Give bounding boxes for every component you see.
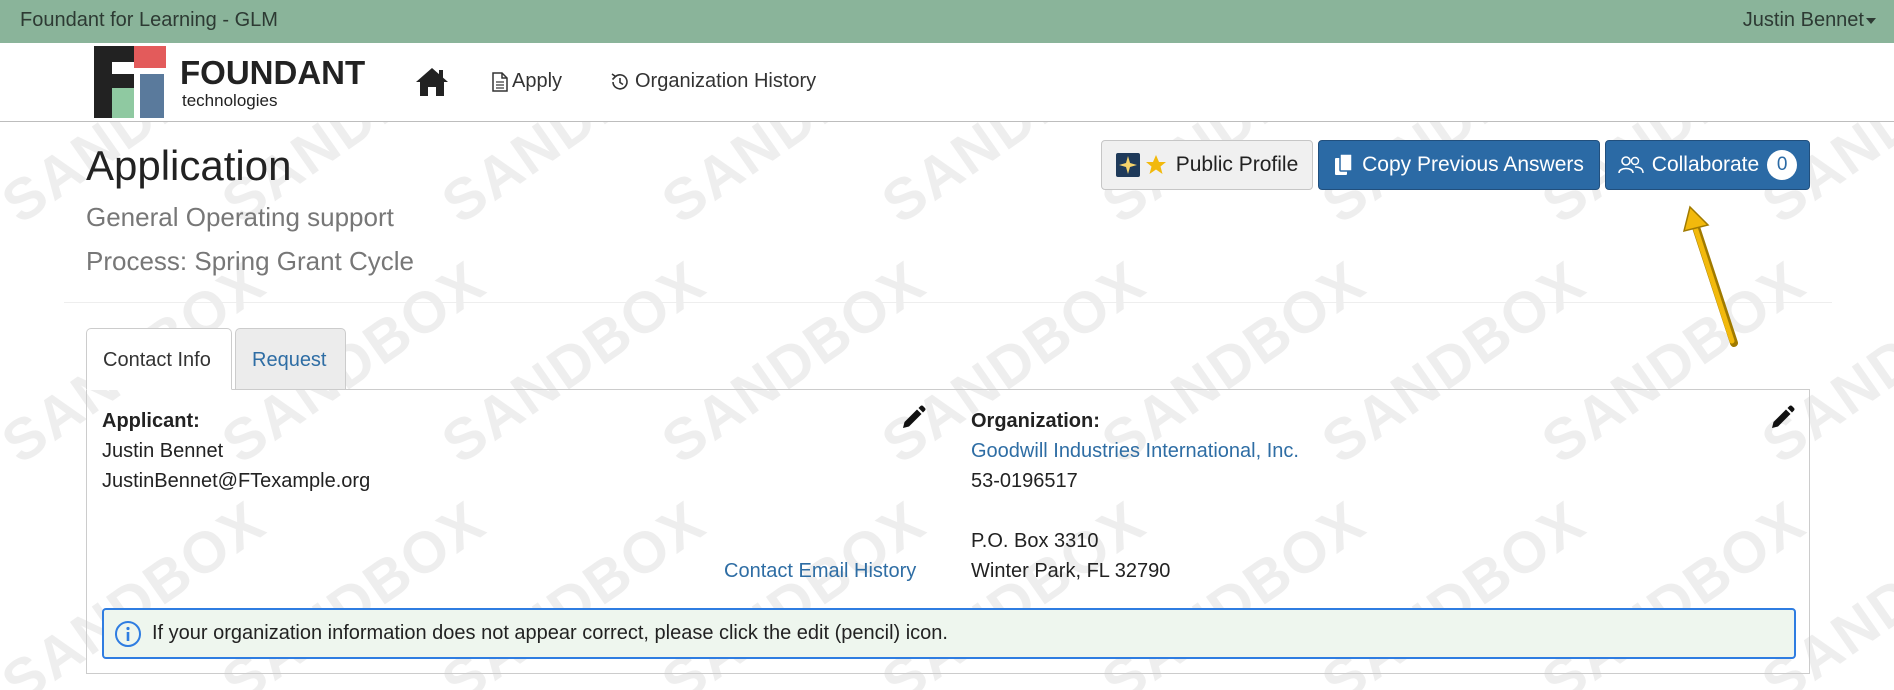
organization-address-line2: Winter Park, FL 32790 bbox=[971, 560, 1171, 582]
organization-address-line1: P.O. Box 3310 bbox=[971, 530, 1099, 552]
collaborate-label: Collaborate bbox=[1651, 153, 1760, 176]
public-profile-button[interactable]: Public Profile bbox=[1101, 140, 1313, 190]
collaborator-count-badge: 0 bbox=[1767, 150, 1798, 180]
annotation-arrow-icon bbox=[1682, 205, 1738, 347]
organization-name-link[interactable]: Goodwill Industries International, Inc. bbox=[971, 440, 1299, 463]
applicant-label: Applicant: bbox=[102, 410, 200, 432]
collaborate-button[interactable]: Collaborate 0 bbox=[1605, 140, 1810, 190]
site-title: Foundant for Learning - GLM bbox=[20, 9, 278, 31]
info-alert: If your organization information does no… bbox=[102, 608, 1796, 659]
nav-bar: FOUNDANT technologies Apply Organization… bbox=[0, 43, 1894, 122]
info-icon bbox=[115, 620, 141, 647]
user-menu[interactable]: Justin Bennet bbox=[1743, 9, 1876, 32]
info-alert-message: If your organization information does no… bbox=[152, 622, 948, 644]
user-name: Justin Bennet bbox=[1742, 9, 1864, 31]
page-subtitle: General Operating support bbox=[86, 202, 394, 232]
logo-tagline: technologies bbox=[182, 91, 277, 110]
divider bbox=[64, 302, 1832, 303]
nav-history-label: Organization History bbox=[635, 70, 817, 92]
public-profile-label: Public Profile bbox=[1175, 153, 1299, 176]
copy-previous-answers-button[interactable]: Copy Previous Answers bbox=[1318, 140, 1600, 190]
logo-name: FOUNDANT bbox=[180, 54, 365, 91]
copy-icon bbox=[1335, 153, 1353, 175]
page-title: Application bbox=[86, 142, 292, 189]
organization-label: Organization: bbox=[971, 410, 1100, 432]
edit-organization-pencil-icon[interactable] bbox=[1769, 405, 1795, 431]
document-icon bbox=[492, 71, 508, 92]
users-icon bbox=[1617, 156, 1644, 174]
tab-request[interactable]: Request bbox=[235, 328, 346, 390]
home-icon[interactable] bbox=[414, 66, 450, 98]
process-label: Process: Spring Grant Cycle bbox=[86, 246, 415, 276]
organization-ein: 53-0196517 bbox=[971, 470, 1078, 492]
foundant-logo[interactable]: FOUNDANT technologies bbox=[94, 46, 369, 118]
applicant-name: Justin Bennet bbox=[102, 440, 224, 462]
nav-apply-label: Apply bbox=[512, 70, 563, 92]
nav-organization-history[interactable]: Organization History bbox=[609, 70, 816, 93]
top-bar: Foundant for Learning - GLM Justin Benne… bbox=[0, 0, 1894, 43]
contact-email-history-link[interactable]: Contact Email History bbox=[724, 560, 916, 583]
tab-contact-info[interactable]: Contact Info bbox=[86, 328, 232, 390]
copy-previous-label: Copy Previous Answers bbox=[1362, 153, 1584, 176]
tab-request-label: Request bbox=[252, 349, 327, 371]
edit-applicant-pencil-icon[interactable] bbox=[900, 405, 926, 431]
history-icon bbox=[611, 72, 628, 90]
caret-down-icon bbox=[1866, 17, 1876, 24]
public-profile-icon bbox=[1115, 153, 1166, 177]
nav-apply[interactable]: Apply bbox=[492, 70, 562, 93]
tab-contact-info-label: Contact Info bbox=[103, 349, 211, 371]
applicant-email: JustinBennet@FTexample.org bbox=[102, 470, 371, 492]
